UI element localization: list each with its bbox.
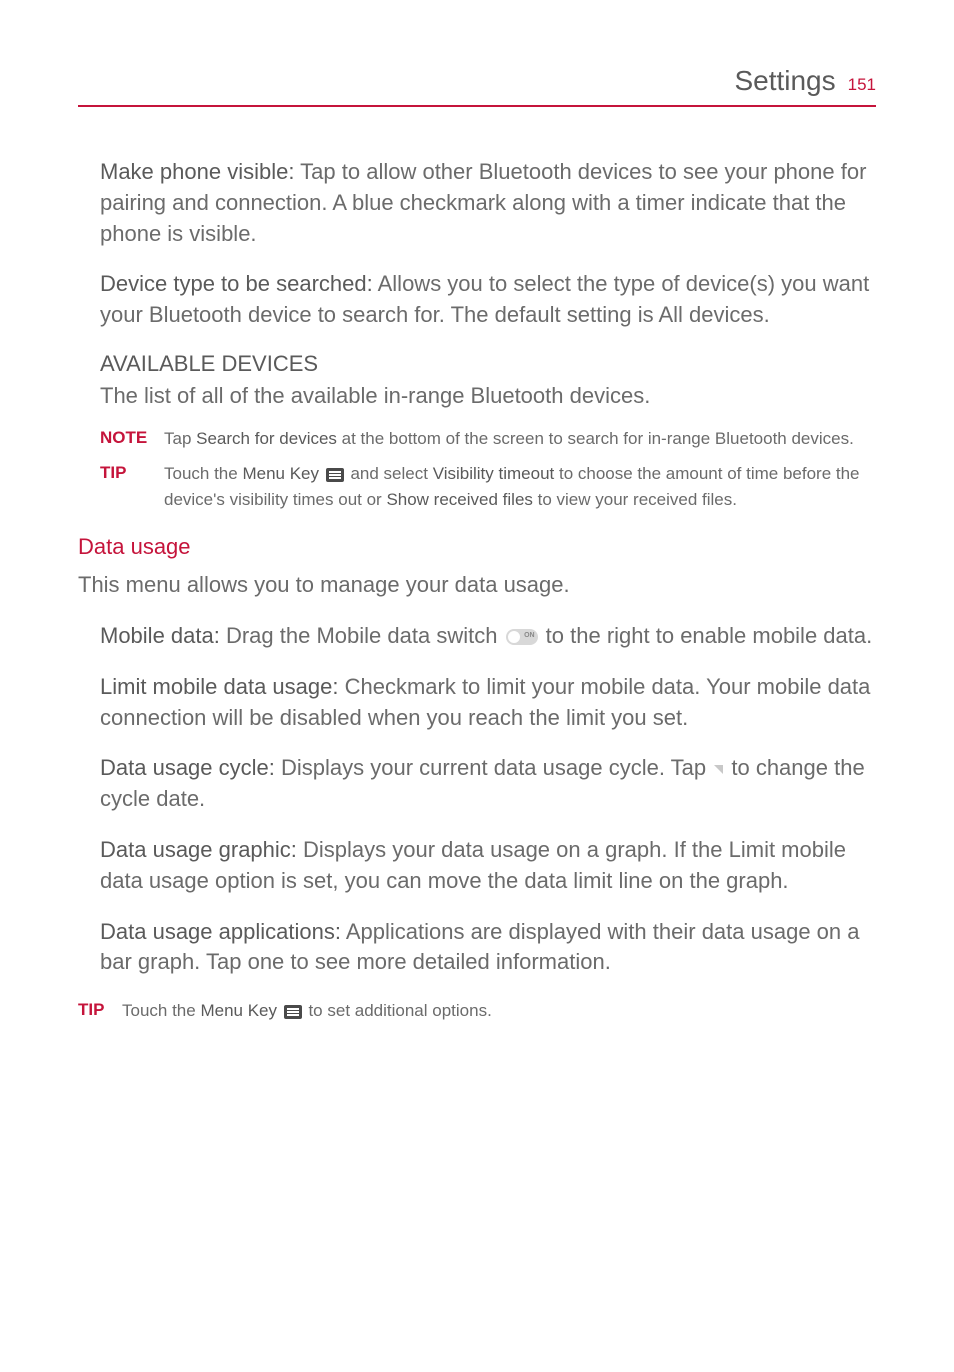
note-text: Tap Search for devices at the bottom of …: [164, 426, 876, 452]
label: Limit mobile data usage:: [100, 674, 338, 699]
data-usage-heading: Data usage: [78, 534, 876, 560]
strong-text: Show received files: [386, 490, 532, 509]
header-title: Settings: [734, 65, 835, 97]
strong-text: Menu Key: [242, 464, 319, 483]
switch-icon: [506, 629, 538, 645]
label: Device type to be searched:: [100, 271, 373, 296]
paragraph-data-usage-cycle: Data usage cycle: Displays your current …: [100, 753, 876, 815]
strong-text: Search for devices: [196, 429, 337, 448]
page-header: Settings 151: [78, 65, 876, 107]
text-fragment: Tap: [164, 429, 196, 448]
text-fragment: Drag the Mobile data switch: [220, 623, 504, 648]
text-fragment: Touch the: [122, 1001, 200, 1020]
label: Data usage applications:: [100, 919, 341, 944]
tip-text: Touch the Menu Key and select Visibility…: [164, 461, 876, 512]
label: Data usage cycle:: [100, 755, 275, 780]
menu-key-icon: [284, 1005, 302, 1019]
text-fragment: to set additional options.: [304, 1001, 492, 1020]
tip-block-bottom: TIP Touch the Menu Key to set additional…: [78, 998, 876, 1024]
strong-text: Menu Key: [200, 1001, 277, 1020]
available-devices-heading: AVAILABLE DEVICES: [100, 351, 876, 377]
label: Make phone visible:: [100, 159, 294, 184]
tip-label: TIP: [100, 461, 164, 483]
text-fragment: and select: [346, 464, 433, 483]
label: Data usage graphic:: [100, 837, 297, 862]
page-number: 151: [848, 75, 876, 95]
label: Mobile data:: [100, 623, 220, 648]
text-fragment: at the bottom of the screen to search fo…: [337, 429, 854, 448]
text-fragment: to the right to enable mobile data.: [540, 623, 873, 648]
text-fragment: Touch the: [164, 464, 242, 483]
note-label: NOTE: [100, 426, 164, 448]
tip-block: TIP Touch the Menu Key and select Visibi…: [100, 461, 876, 512]
paragraph-make-phone-visible: Make phone visible: Tap to allow other B…: [100, 157, 876, 249]
available-devices-text: The list of all of the available in-rang…: [100, 381, 876, 412]
paragraph-mobile-data: Mobile data: Drag the Mobile data switch…: [100, 621, 876, 652]
strong-text: Visibility timeout: [433, 464, 555, 483]
tip-text: Touch the Menu Key to set additional opt…: [122, 998, 876, 1024]
text-fragment: Displays your current data usage cycle. …: [275, 755, 712, 780]
dropdown-triangle-icon: [714, 765, 723, 774]
data-usage-intro: This menu allows you to manage your data…: [78, 570, 876, 601]
paragraph-data-usage-applications: Data usage applications: Applications ar…: [100, 917, 876, 979]
paragraph-limit-mobile-data: Limit mobile data usage: Checkmark to li…: [100, 672, 876, 734]
note-block: NOTE Tap Search for devices at the botto…: [100, 426, 876, 452]
menu-key-icon: [326, 468, 344, 482]
text-fragment: to view your received files.: [533, 490, 737, 509]
paragraph-device-type: Device type to be searched: Allows you t…: [100, 269, 876, 331]
paragraph-data-usage-graphic: Data usage graphic: Displays your data u…: [100, 835, 876, 897]
tip-label: TIP: [78, 998, 122, 1020]
